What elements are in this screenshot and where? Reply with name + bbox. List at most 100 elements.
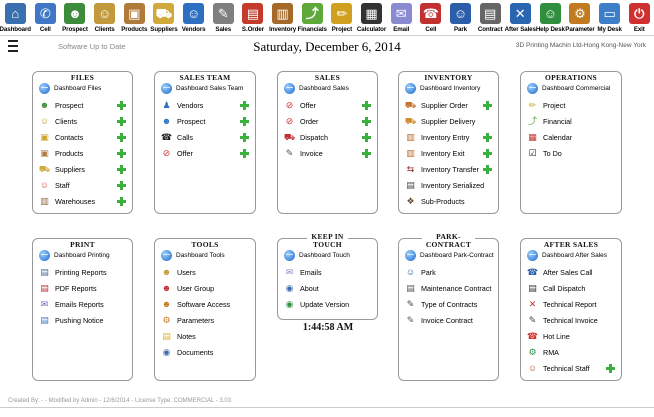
- menu-item-order[interactable]: ⊘ Order: [284, 115, 319, 128]
- toolbar-button-email[interactable]: ✉ Email: [386, 0, 416, 36]
- menu-item-inventory-entry[interactable]: ▥ Inventory Entry: [405, 131, 469, 144]
- menu-item-parameters[interactable]: ⚙ Parameters: [161, 314, 214, 327]
- menu-item-emails[interactable]: ✉ Emails: [284, 266, 322, 279]
- panel-dashboard-link[interactable]: Dashboard Sales: [284, 82, 349, 94]
- toolbar-button-dashboard[interactable]: ⌂ Dashboard: [0, 0, 31, 36]
- menu-item-software-access[interactable]: ☻ Software Access: [161, 298, 230, 311]
- add-icon[interactable]: [240, 117, 249, 126]
- menu-item-clients[interactable]: ☺ Clients: [39, 115, 77, 128]
- menu-item-emails-reports[interactable]: ✉ Emails Reports: [39, 298, 104, 311]
- toolbar-button-s-order[interactable]: ▤ S.Order: [238, 0, 268, 36]
- menu-item-invoice[interactable]: ✎ Invoice: [284, 147, 323, 160]
- menu-item-sub-products[interactable]: ❖ Sub-Products: [405, 195, 464, 208]
- toolbar-button-suppliers[interactable]: ⛟ Suppliers: [149, 0, 179, 36]
- add-icon[interactable]: [483, 149, 492, 158]
- toolbar-button-financials[interactable]: ⤴ Financials: [297, 0, 327, 36]
- menu-item-type-of-contracts[interactable]: ✎ Type of Contracts: [405, 298, 478, 311]
- panel-dashboard-link[interactable]: Dashboard Touch: [284, 249, 350, 261]
- menu-item-documents[interactable]: ◉ Documents: [161, 346, 214, 359]
- panel-dashboard-link[interactable]: Dashboard Park-Contract: [405, 249, 494, 261]
- add-icon[interactable]: [240, 101, 249, 110]
- menu-item-financial[interactable]: ⤴ Financial: [527, 115, 572, 128]
- menu-item-inventory-serialized[interactable]: ▤ Inventory Serialized: [405, 179, 484, 192]
- add-icon[interactable]: [117, 149, 126, 158]
- add-icon[interactable]: [117, 133, 126, 142]
- toolbar-button-clients[interactable]: ☺ Clients: [90, 0, 120, 36]
- menu-item-inventory-transfer[interactable]: ⇆ Inventory Transfer: [405, 163, 479, 176]
- menu-item-offer[interactable]: ⊘ Offer: [161, 147, 193, 160]
- panel-dashboard-link[interactable]: Dashboard Inventory: [405, 82, 480, 94]
- panel-dashboard-link[interactable]: Dashboard Files: [39, 82, 101, 94]
- menu-item-maintenance-contract[interactable]: ▤ Maintenance Contract: [405, 282, 491, 295]
- menu-item-call-dispatch[interactable]: ▤ Call Dispatch: [527, 282, 585, 295]
- add-icon[interactable]: [362, 117, 371, 126]
- menu-item-park[interactable]: ☺ Park: [405, 266, 436, 279]
- toolbar-button-vendors[interactable]: ☺ Vendors: [179, 0, 209, 36]
- toolbar-button-cell[interactable]: ☎ Cell: [416, 0, 446, 36]
- panel-dashboard-link[interactable]: Dashboard Sales Team: [161, 82, 243, 94]
- menu-item-project[interactable]: ✏ Project: [527, 99, 566, 112]
- add-icon[interactable]: [117, 117, 126, 126]
- add-icon[interactable]: [362, 101, 371, 110]
- menu-item-technical-report[interactable]: ✕ Technical Report: [527, 298, 597, 311]
- menu-item-suppliers[interactable]: ⛟ Suppliers: [39, 163, 85, 176]
- toolbar-button-park[interactable]: ☺ Park: [446, 0, 476, 36]
- toolbar-button-contract[interactable]: ▤ Contract: [475, 0, 505, 36]
- menu-item-invoice-contract[interactable]: ✎ Invoice Contract: [405, 314, 473, 327]
- menu-item-after-sales-call[interactable]: ☎ After Sales Call: [527, 266, 593, 279]
- menu-item-prospect[interactable]: ☻ Prospect: [39, 99, 84, 112]
- menu-item-calls[interactable]: ☎ Calls: [161, 131, 193, 144]
- add-icon[interactable]: [483, 133, 492, 142]
- add-icon[interactable]: [240, 133, 249, 142]
- menu-item-calendar[interactable]: ▦ Calendar: [527, 131, 572, 144]
- menu-item-staff[interactable]: ☺ Staff: [39, 179, 70, 192]
- menu-item-to-do[interactable]: ☑ To Do: [527, 147, 561, 160]
- toolbar-button-calculator[interactable]: ▦ Calculator: [357, 0, 387, 36]
- menu-item-supplier-order[interactable]: ⛟ Supplier Order: [405, 99, 468, 112]
- toolbar-button-parameter[interactable]: ⚙ Parameter: [565, 0, 595, 36]
- panel-dashboard-link[interactable]: Dashboard Commercial: [527, 82, 610, 94]
- menu-item-update-version[interactable]: ◉ Update Version: [284, 298, 350, 311]
- menu-item-rma[interactable]: ⚙ RMA: [527, 346, 559, 359]
- toolbar-button-my-desk[interactable]: ▭ My Desk: [595, 0, 625, 36]
- toolbar-button-inventory[interactable]: ▥ Inventory: [268, 0, 298, 36]
- menu-item-warehouses[interactable]: ▥ Warehouses: [39, 195, 95, 208]
- add-icon[interactable]: [483, 165, 492, 174]
- menu-item-users[interactable]: ☻ Users: [161, 266, 196, 279]
- add-icon[interactable]: [362, 133, 371, 142]
- menu-item-vendors[interactable]: ♟ Vendors: [161, 99, 203, 112]
- toolbar-button-exit[interactable]: ⏻ Exit: [624, 0, 654, 36]
- menu-item-user-group[interactable]: ☻ User Group: [161, 282, 214, 295]
- menu-item-dispatch[interactable]: ⛟ Dispatch: [284, 131, 328, 144]
- toolbar-button-help-desk[interactable]: ☺ Help Desk: [536, 0, 566, 36]
- panel-dashboard-link[interactable]: Dashboard After Sales: [527, 249, 607, 261]
- add-icon[interactable]: [117, 165, 126, 174]
- toolbar-button-products[interactable]: ▣ Products: [119, 0, 149, 36]
- menu-item-offer[interactable]: ⊘ Offer: [284, 99, 316, 112]
- menu-item-about[interactable]: ◉ About: [284, 282, 319, 295]
- toolbar-button-sales[interactable]: ✎ Sales: [208, 0, 238, 36]
- menu-item-technical-staff[interactable]: ☺ Technical Staff: [527, 362, 590, 375]
- menu-item-hot-line[interactable]: ☎ Hot Line: [527, 330, 570, 343]
- menu-item-pushing-notice[interactable]: ▤ Pushing Notice: [39, 314, 103, 327]
- menu-item-supplier-delivery[interactable]: ⛟ Supplier Delivery: [405, 115, 475, 128]
- toolbar-button-after-sales[interactable]: ✕ After Sales: [505, 0, 536, 36]
- panel-dashboard-link[interactable]: Dashboard Printing: [39, 249, 110, 261]
- toolbar-button-cell[interactable]: ✆ Cell: [31, 0, 61, 36]
- toolbar-button-project[interactable]: ✏ Project: [327, 0, 357, 36]
- add-icon[interactable]: [606, 364, 615, 373]
- menu-item-printing-reports[interactable]: ▤ Printing Reports: [39, 266, 106, 279]
- add-icon[interactable]: [362, 149, 371, 158]
- add-icon[interactable]: [483, 101, 492, 110]
- add-icon[interactable]: [117, 181, 126, 190]
- add-icon[interactable]: [117, 197, 126, 206]
- menu-item-contacts[interactable]: ▣ Contacts: [39, 131, 83, 144]
- menu-item-technical-invoice[interactable]: ✎ Technical Invoice: [527, 314, 598, 327]
- add-icon[interactable]: [240, 149, 249, 158]
- panel-dashboard-link[interactable]: Dashboard Tools: [161, 249, 225, 261]
- menu-item-notes[interactable]: ▤ Notes: [161, 330, 196, 343]
- add-icon[interactable]: [117, 101, 126, 110]
- menu-item-products[interactable]: ▣ Products: [39, 147, 83, 160]
- toolbar-button-prospect[interactable]: ☻ Prospect: [60, 0, 90, 36]
- menu-item-inventory-exit[interactable]: ▥ Inventory Exit: [405, 147, 464, 160]
